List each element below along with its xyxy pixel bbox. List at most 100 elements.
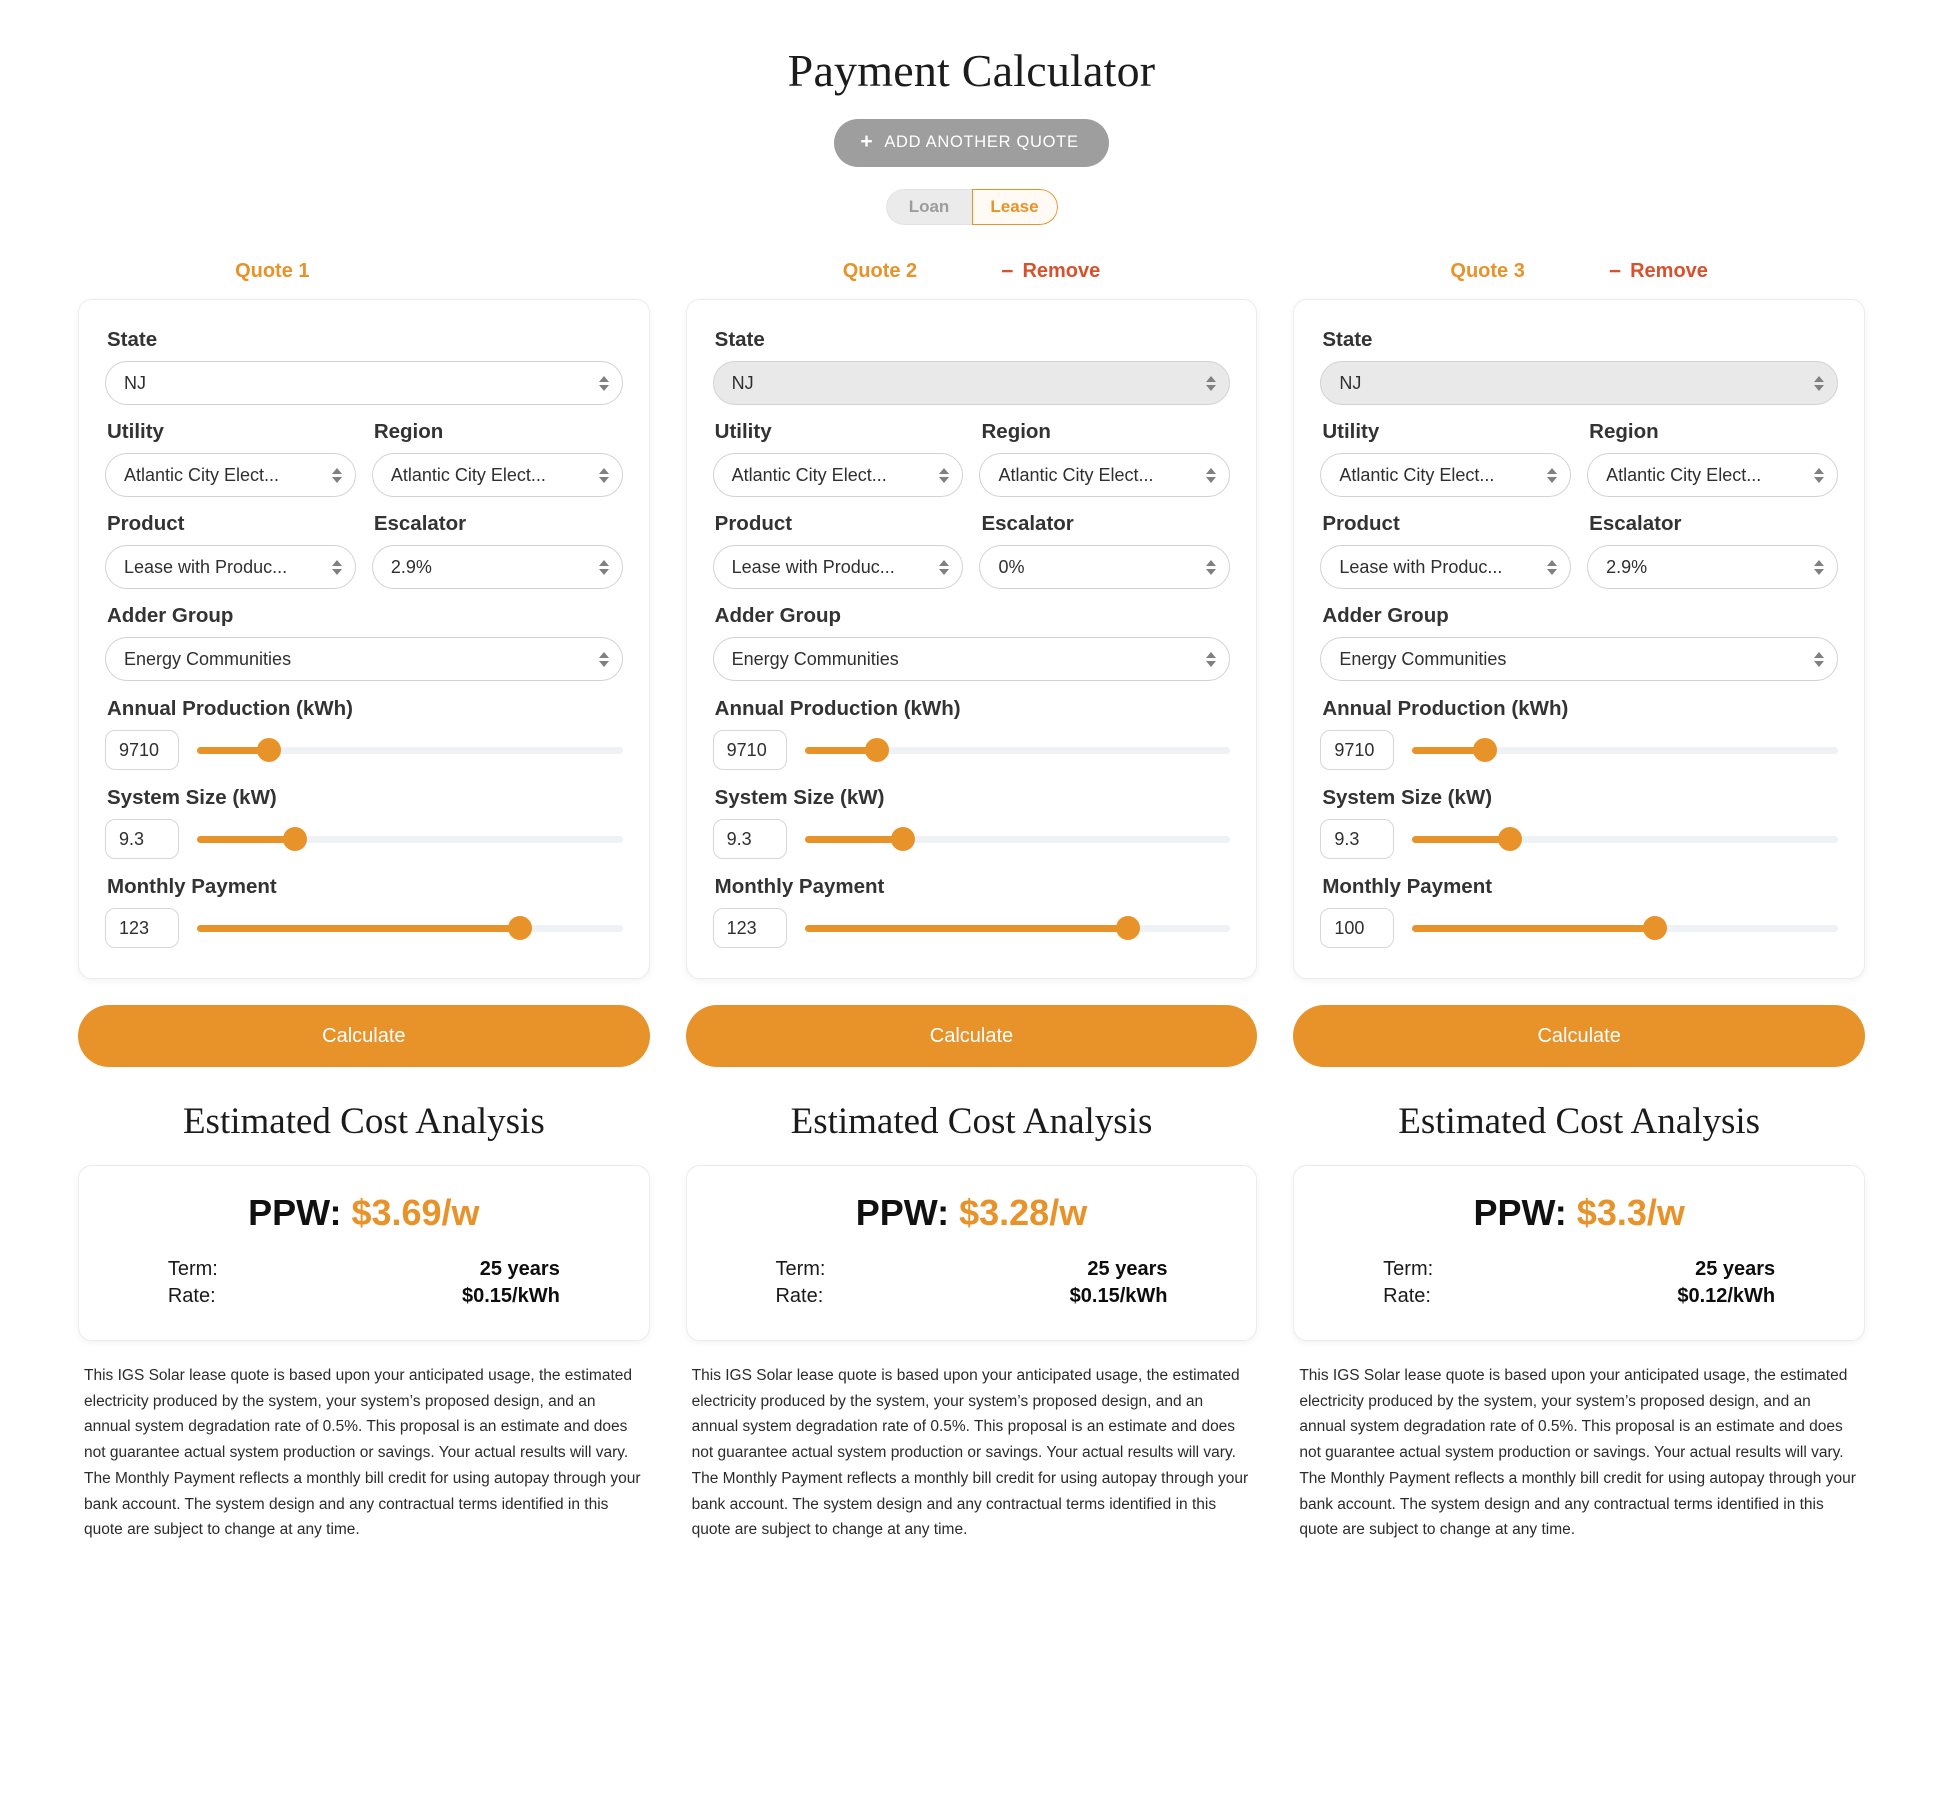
rate-row: Rate: $0.15/kWh xyxy=(168,1283,560,1310)
utility-field: Utility Atlantic City Elect... xyxy=(1320,420,1572,497)
slider-thumb[interactable] xyxy=(508,916,533,940)
escalator-label: Escalator xyxy=(981,512,1074,535)
state-select[interactable]: NJ xyxy=(712,361,1231,405)
escalator-select[interactable]: 2.9% xyxy=(1587,545,1838,589)
utility-value: Atlantic City Elect... xyxy=(124,464,280,485)
state-select[interactable]: NJ xyxy=(105,361,623,405)
chevron-updown-icon xyxy=(1814,557,1825,577)
slider-thumb[interactable] xyxy=(1642,916,1667,940)
quote-header: Quote 3 − Remove xyxy=(1293,251,1865,291)
monthly-payment-input[interactable]: 123 xyxy=(105,908,179,948)
add-another-quote-button[interactable]: + ADD ANOTHER QUOTE xyxy=(834,119,1109,167)
monthly-payment-slider[interactable] xyxy=(804,916,1231,940)
ppw-value: $3.69/w xyxy=(351,1192,480,1233)
estimated-cost-analysis-title: Estimated Cost Analysis xyxy=(1398,1101,1761,1142)
chevron-updown-icon xyxy=(1206,557,1217,577)
slider-thumb[interactable] xyxy=(282,827,307,851)
utility-select[interactable]: Atlantic City Elect... xyxy=(712,453,964,497)
system-size-field: System Size (kW) 9.3 xyxy=(105,786,623,859)
utility-region-row: Utility Atlantic City Elect... Region At… xyxy=(105,420,623,497)
adder-group-select[interactable]: Energy Communities xyxy=(105,637,623,681)
state-value: NJ xyxy=(731,372,754,393)
monthly-payment-slider[interactable] xyxy=(1412,916,1838,940)
state-label: State xyxy=(714,328,765,351)
product-value: Lease with Produc... xyxy=(1339,556,1503,577)
system-size-field: System Size (kW) 9.3 xyxy=(1320,786,1838,859)
toggle-option-lease[interactable]: Lease xyxy=(971,189,1058,225)
toggle-option-loan[interactable]: Loan xyxy=(885,189,972,225)
cost-analysis-card: PPW: $3.69/w Term: 25 years Rate: $0.15/… xyxy=(78,1165,650,1341)
chevron-updown-icon xyxy=(939,557,950,577)
escalator-select[interactable]: 2.9% xyxy=(371,545,623,589)
chevron-updown-icon xyxy=(598,465,610,485)
region-select[interactable]: Atlantic City Elect... xyxy=(371,453,623,497)
annual-production-field: Annual Production (kWh) 9710 xyxy=(1320,697,1838,770)
quote-title: Quote 3 xyxy=(1450,259,1525,282)
escalator-field: Escalator 2.9% xyxy=(1587,512,1838,589)
monthly-payment-slider[interactable] xyxy=(197,916,623,940)
annual-production-field: Annual Production (kWh) 9710 xyxy=(105,697,623,770)
system-size-input[interactable]: 9.3 xyxy=(105,819,179,859)
utility-region-row: Utility Atlantic City Elect... Region At… xyxy=(712,420,1231,497)
remove-quote-button[interactable]: − Remove xyxy=(1609,260,1708,283)
system-size-slider[interactable] xyxy=(804,827,1231,851)
utility-select[interactable]: Atlantic City Elect... xyxy=(105,453,356,497)
remove-quote-label: Remove xyxy=(1022,259,1101,282)
minus-icon: − xyxy=(1001,259,1014,283)
product-select[interactable]: Lease with Produc... xyxy=(1320,545,1572,589)
slider-thumb[interactable] xyxy=(1498,827,1523,851)
slider-thumb[interactable] xyxy=(865,738,890,762)
calculate-button[interactable]: Calculate xyxy=(78,1005,650,1067)
escalator-value: 2.9% xyxy=(1606,556,1648,577)
annual-production-input[interactable]: 9710 xyxy=(712,730,787,770)
system-size-slider[interactable] xyxy=(197,827,623,851)
annual-production-input[interactable]: 9710 xyxy=(105,730,179,770)
adder-group-value: Energy Communities xyxy=(731,648,899,669)
utility-select[interactable]: Atlantic City Elect... xyxy=(1320,453,1572,497)
escalator-select[interactable]: 0% xyxy=(979,545,1231,589)
term-label: Term: xyxy=(167,1258,218,1280)
slider-thumb[interactable] xyxy=(1116,916,1141,940)
calculate-button[interactable]: Calculate xyxy=(1293,1005,1865,1067)
system-size-input[interactable]: 9.3 xyxy=(1320,819,1395,859)
term-value: 25 years xyxy=(1087,1258,1168,1280)
escalator-value: 0% xyxy=(998,556,1025,577)
adder-group-select[interactable]: Energy Communities xyxy=(712,637,1231,681)
adder-group-select[interactable]: Energy Communities xyxy=(1320,637,1838,681)
remove-quote-button[interactable]: − Remove xyxy=(1001,260,1100,283)
region-select[interactable]: Atlantic City Elect... xyxy=(1587,453,1838,497)
quote-column: Quote 2 − Remove State NJ Utility Atlant… xyxy=(685,251,1258,1543)
state-select[interactable]: NJ xyxy=(1320,361,1838,405)
region-label: Region xyxy=(981,420,1051,443)
annual-production-slider[interactable] xyxy=(1412,738,1838,762)
slider-thumb[interactable] xyxy=(1472,738,1497,762)
annual-production-input[interactable]: 9710 xyxy=(1320,730,1395,770)
calculate-button[interactable]: Calculate xyxy=(685,1005,1258,1067)
disclaimer-text: This IGS Solar lease quote is based upon… xyxy=(1299,1367,1856,1539)
annual-production-slider[interactable] xyxy=(804,738,1231,762)
monthly-payment-input[interactable]: 100 xyxy=(1320,908,1395,948)
monthly-payment-label: Monthly Payment xyxy=(1322,875,1493,898)
product-select[interactable]: Lease with Produc... xyxy=(105,545,356,589)
ppw-label: PPW: xyxy=(1473,1192,1577,1233)
monthly-payment-label: Monthly Payment xyxy=(107,875,277,898)
system-size-input[interactable]: 9.3 xyxy=(712,819,787,859)
system-size-slider[interactable] xyxy=(1412,827,1838,851)
terms-table: Term: 25 years Rate: $0.15/kWh xyxy=(168,1256,560,1310)
slider-thumb[interactable] xyxy=(257,738,282,762)
utility-label: Utility xyxy=(714,420,772,443)
quote-form-card: State NJ Utility Atlantic City Elect... … xyxy=(1293,299,1865,979)
annual-production-slider[interactable] xyxy=(197,738,623,762)
rate-row: Rate: $0.15/kWh xyxy=(775,1283,1167,1310)
rate-row: Rate: $0.12/kWh xyxy=(1383,1283,1775,1310)
slider-thumb[interactable] xyxy=(890,827,915,851)
product-select[interactable]: Lease with Produc... xyxy=(712,545,964,589)
term-value: 25 years xyxy=(479,1258,560,1280)
product-label: Product xyxy=(714,512,793,535)
term-row: Term: 25 years xyxy=(775,1256,1167,1283)
cost-analysis-card: PPW: $3.3/w Term: 25 years Rate: $0.12/k… xyxy=(1293,1165,1865,1341)
plus-icon: + xyxy=(860,130,874,153)
region-select[interactable]: Atlantic City Elect... xyxy=(979,453,1231,497)
monthly-payment-input[interactable]: 123 xyxy=(712,908,787,948)
product-escalator-row: Product Lease with Produc... Escalator 0… xyxy=(712,512,1231,589)
